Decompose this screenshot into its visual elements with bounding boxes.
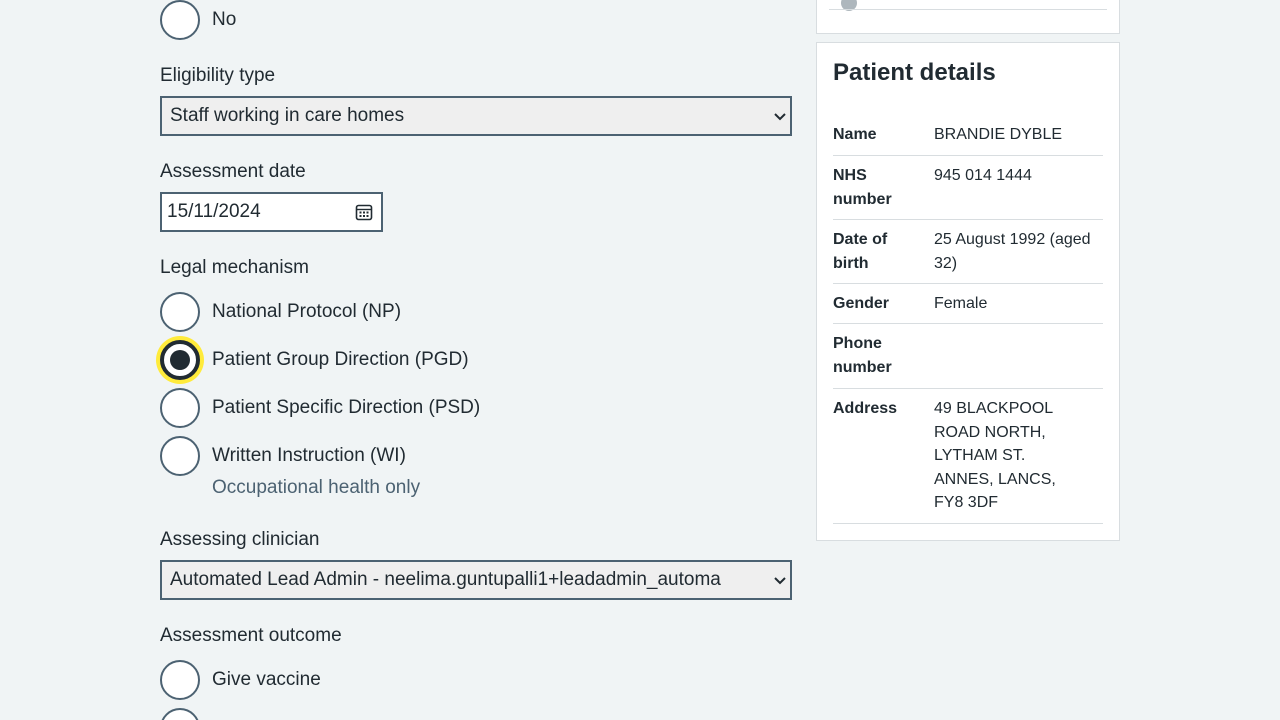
calendar-icon[interactable] — [355, 203, 373, 221]
radio-label: Written Instruction (WI) — [212, 445, 406, 466]
assessing-clinician-select[interactable]: Automated Lead Admin - neelima.guntupall… — [160, 560, 792, 600]
patient-row-value: 49 BLACKPOOL ROAD NORTH, LYTHAM ST. ANNE… — [934, 400, 1056, 511]
patient-row-gender: Gender Female — [833, 292, 1103, 324]
assessing-clinician-label: Assessing clinician — [160, 529, 320, 550]
radio-label: National Protocol (NP) — [212, 301, 402, 322]
assessment-date-value: 15/11/2024 — [167, 201, 261, 222]
chevron-down-icon — [774, 577, 786, 585]
patient-row-key: Date of birth — [833, 231, 888, 272]
patient-row-phone-number: Phone number — [833, 332, 1103, 389]
legal-mechanism-label: Legal mechanism — [160, 257, 309, 278]
radio-button[interactable] — [160, 0, 200, 40]
eligibility-type-label: Eligibility type — [160, 65, 276, 86]
divider — [829, 9, 1107, 10]
patient-row-name: Name BRANDIE DYBLE — [833, 123, 1103, 156]
previous-card-fragment — [816, 0, 1120, 34]
radio-button[interactable] — [160, 292, 200, 332]
radio-written-instruction[interactable]: Written Instruction (WI) — [160, 436, 406, 476]
radio-give-vaccine[interactable]: Give vaccine — [160, 660, 321, 700]
radio-button[interactable] — [160, 436, 200, 476]
patient-row-key: Phone number — [833, 335, 892, 376]
radio-national-protocol[interactable]: National Protocol (NP) — [160, 292, 401, 332]
patient-row-nhs-number: NHS number 945 014 1444 — [833, 164, 1103, 220]
vaccination-assessment-page: No Eligibility type Staff working in car… — [0, 0, 1280, 720]
patient-row-key: NHS number — [833, 167, 892, 208]
patient-row-key: Name — [833, 126, 877, 143]
radio-label: No — [212, 9, 237, 30]
patient-row-value: BRANDIE DYBLE — [934, 126, 1063, 143]
radio-no[interactable]: No — [160, 0, 236, 40]
chevron-down-icon — [774, 113, 786, 121]
radio-button[interactable] — [160, 708, 200, 720]
assessment-date-label: Assessment date — [160, 161, 306, 182]
patient-row-address: Address 49 BLACKPOOL ROAD NORTH, LYTHAM … — [833, 397, 1103, 524]
patient-row-value: Female — [934, 295, 988, 312]
assessment-date-input[interactable]: 15/11/2024 — [160, 192, 383, 232]
radio-button[interactable] — [160, 388, 200, 428]
radio-label: Give vaccine — [212, 669, 321, 690]
patient-row-key: Address — [833, 400, 898, 417]
patient-row-value: 25 August 1992 (aged 32) — [934, 231, 1091, 272]
radio-button-selected[interactable] — [160, 340, 200, 380]
radio-patient-group-direction[interactable]: Patient Group Direction (PGD) — [160, 340, 469, 380]
eligibility-type-select[interactable]: Staff working in care homes — [160, 96, 792, 136]
eligibility-type-value: Staff working in care homes — [170, 105, 405, 126]
radio-label: Patient Group Direction (PGD) — [212, 349, 469, 370]
radio-patient-specific-direction[interactable]: Patient Specific Direction (PSD) — [160, 388, 480, 428]
assessing-clinician-value: Automated Lead Admin - neelima.guntupall… — [170, 569, 721, 590]
radio-label: Patient Specific Direction (PSD) — [212, 397, 481, 418]
radio-next-outcome-partial[interactable] — [160, 708, 200, 720]
patient-row-date-of-birth: Date of birth 25 August 1992 (aged 32) — [833, 228, 1103, 284]
patient-row-value: 945 014 1444 — [934, 167, 1032, 184]
patient-row-key: Gender — [833, 295, 890, 312]
patient-details-card: Patient details Name BRANDIE DYBLE NHS n… — [816, 42, 1120, 541]
radio-button[interactable] — [160, 660, 200, 700]
written-instruction-hint: Occupational health only — [212, 477, 421, 498]
assessment-outcome-label: Assessment outcome — [160, 625, 342, 646]
patient-details-title: Patient details — [833, 59, 996, 86]
